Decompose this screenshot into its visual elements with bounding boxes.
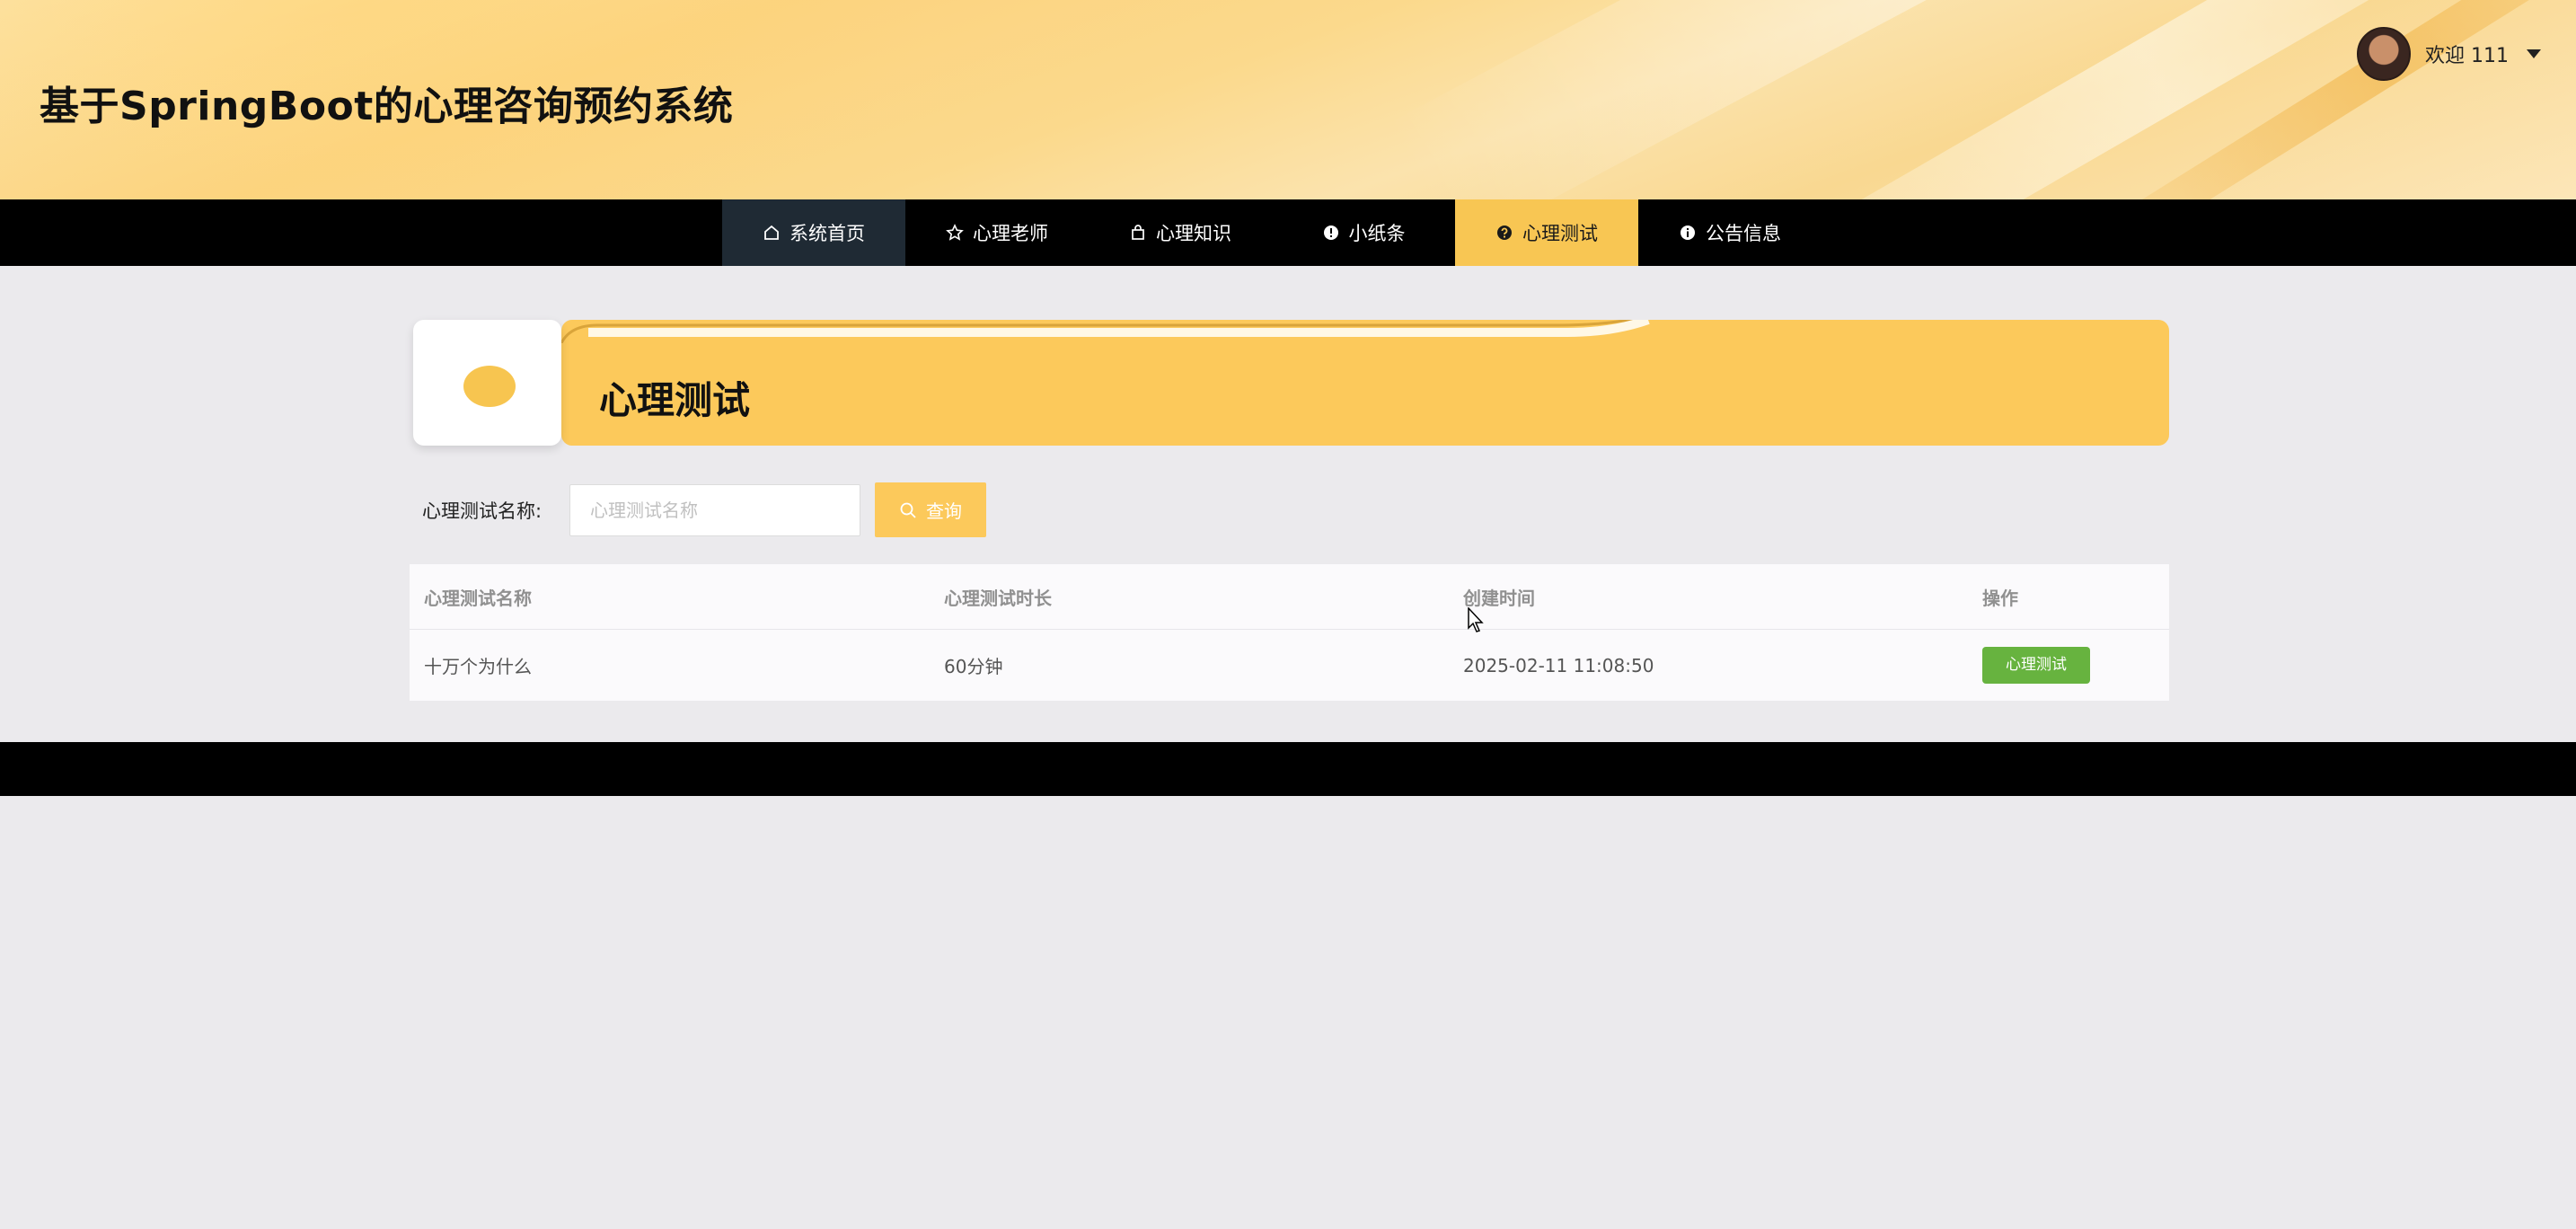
nav-item-label: 心理老师 xyxy=(973,223,1048,244)
nav-item-notes[interactable]: 小纸条 xyxy=(1272,199,1455,266)
banner-icon-box xyxy=(413,320,561,446)
nav-item-knowledge[interactable]: 心理知识 xyxy=(1089,199,1272,266)
tests-table: 心理测试名称 心理测试时长 创建时间 操作 十万个为什么 60分钟 2025-0… xyxy=(410,564,2169,701)
actions-cell: 心理测试 xyxy=(1968,647,2169,684)
page-title: 心理测试 xyxy=(599,378,751,422)
user-menu[interactable]: 欢迎 111 xyxy=(2357,27,2541,81)
exclamation-circle-icon xyxy=(1322,224,1340,242)
test-name-cell: 十万个为什么 xyxy=(424,656,532,677)
page-header: 基于SpringBoot的心理咨询预约系统 欢迎 111 xyxy=(0,0,2576,199)
column-header: 操作 xyxy=(1982,587,2018,609)
nav-item-label: 公告信息 xyxy=(1706,223,1781,244)
page-banner: 心理测试 xyxy=(413,320,2169,446)
banner-dot-icon xyxy=(463,366,516,407)
nav-item-teachers[interactable]: 心理老师 xyxy=(905,199,1089,266)
mouse-cursor-icon xyxy=(1468,607,1484,632)
home-icon xyxy=(763,224,781,242)
nav-item-label: 心理测试 xyxy=(1522,223,1598,244)
search-input[interactable] xyxy=(569,483,860,536)
table-row: 十万个为什么 60分钟 2025-02-11 11:08:50 心理测试 xyxy=(410,630,2169,701)
search-icon xyxy=(899,501,917,519)
nav-item-label: 系统首页 xyxy=(790,223,865,244)
nav-item-tests[interactable]: 心理测试 xyxy=(1455,199,1638,266)
table-header: 心理测试名称 心理测试时长 创建时间 操作 xyxy=(410,564,2169,630)
column-header: 创建时间 xyxy=(1463,587,1535,609)
take-test-button[interactable]: 心理测试 xyxy=(1982,647,2090,684)
search-button-label: 查询 xyxy=(926,502,962,522)
star-icon xyxy=(946,224,964,242)
nav-item-label: 小纸条 xyxy=(1348,223,1406,244)
search-bar: 心理测试名称: 查询 xyxy=(422,482,986,537)
welcome-text[interactable]: 欢迎 111 xyxy=(2425,40,2509,68)
search-button[interactable]: 查询 xyxy=(875,482,986,537)
nav-item-announcements[interactable]: 公告信息 xyxy=(1638,199,1822,266)
column-header: 心理测试名称 xyxy=(424,587,532,609)
avatar[interactable] xyxy=(2357,27,2411,81)
test-duration-cell: 60分钟 xyxy=(944,656,1003,677)
nav-item-label: 心理知识 xyxy=(1156,223,1231,244)
created-time-cell: 2025-02-11 11:08:50 xyxy=(1463,654,1654,676)
column-header: 心理测试时长 xyxy=(944,587,1052,609)
caret-down-icon[interactable] xyxy=(2527,49,2541,58)
site-title: 基于SpringBoot的心理咨询预约系统 xyxy=(40,84,734,129)
search-label: 心理测试名称: xyxy=(422,500,543,522)
info-circle-icon xyxy=(1679,224,1697,242)
bag-icon xyxy=(1129,224,1147,242)
nav-item-home[interactable]: 系统首页 xyxy=(722,199,905,266)
main-nav: 系统首页 心理老师 心理知识 小纸条 心理测试 公告信息 xyxy=(0,199,2576,266)
banner-curve-decoration xyxy=(561,320,1729,343)
page-footer xyxy=(0,742,2576,796)
question-circle-icon xyxy=(1495,224,1513,242)
